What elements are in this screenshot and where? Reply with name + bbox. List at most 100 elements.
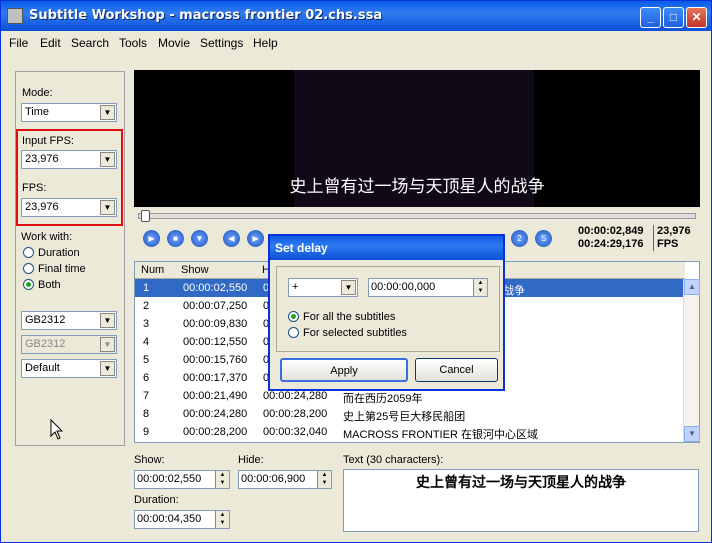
cell-num: 9	[143, 426, 150, 438]
spin-arrows-icon[interactable]: ▲ ▼	[215, 511, 229, 528]
cell-num: 2	[143, 300, 150, 312]
style-select[interactable]: Default ▼	[21, 359, 117, 378]
delay-sign-select[interactable]: + ▼	[288, 278, 358, 297]
scroll-down-icon[interactable]: ▼	[684, 426, 700, 442]
cell-show: 00:00:02,550	[183, 282, 248, 294]
menu-bar: File Edit Search Tools Movie Settings He…	[1, 33, 711, 53]
grid-scrollbar[interactable]: ▲ ▼	[683, 279, 700, 442]
video-preview[interactable]: 史上曾有过一场与天顶星人的战争	[134, 70, 700, 207]
radio-duration[interactable]: Duration	[23, 247, 80, 259]
maximize-button[interactable]: □	[663, 7, 684, 28]
spin-arrows-icon[interactable]: ▲ ▼	[317, 471, 331, 488]
radio-icon	[23, 247, 34, 258]
cell-show: 00:00:21,490	[183, 390, 248, 402]
radio-all-subtitles-label: For all the subtitles	[303, 311, 396, 323]
scroll-up-icon[interactable]: ▲	[684, 279, 700, 295]
set-end-icon[interactable]: S	[535, 230, 552, 247]
apply-button[interactable]: Apply	[280, 358, 408, 382]
radio-final-time-label: Final time	[38, 263, 86, 275]
duration-value: 00:00:04,350	[137, 513, 202, 525]
charset-select-disabled: GB2312 ▼	[21, 335, 117, 354]
cell-show: 00:00:15,760	[183, 354, 248, 366]
menu-movie[interactable]: Movie	[158, 36, 190, 50]
cell-num: 7	[143, 390, 150, 402]
seek-thumb[interactable]	[141, 210, 150, 222]
current-time: 00:00:02,849	[578, 225, 644, 237]
mode-select[interactable]: Time ▼	[21, 103, 117, 122]
highlight-box	[16, 129, 123, 226]
menu-help[interactable]: Help	[253, 36, 278, 50]
app-icon[interactable]	[7, 8, 23, 24]
subtitle-text-area[interactable]: 史上曾有过一场与天顶星人的战争	[343, 469, 699, 532]
menu-edit[interactable]: Edit	[40, 36, 61, 50]
cell-num: 1	[143, 282, 150, 294]
cell-text: MACROSS FRONTIER 在银河中心区域	[343, 429, 538, 441]
col-show[interactable]: Show	[181, 264, 209, 276]
cell-show: 00:00:09,830	[183, 318, 248, 330]
cancel-button[interactable]: Cancel	[415, 358, 498, 382]
menu-settings[interactable]: Settings	[200, 36, 243, 50]
play-icon[interactable]: ▶	[143, 230, 160, 247]
menu-tools[interactable]: Tools	[119, 36, 147, 50]
radio-both-label: Both	[38, 279, 61, 291]
charset-disabled-value: GB2312	[25, 338, 66, 350]
cell-num: 8	[143, 408, 150, 420]
chevron-down-icon[interactable]: ▼	[100, 105, 115, 120]
spin-arrows-icon[interactable]: ▲ ▼	[473, 279, 487, 296]
duration-field[interactable]: 00:00:04,350 ▲ ▼	[134, 510, 230, 529]
cell-hide: 00:00:24,280	[263, 390, 328, 402]
show-time-value: 00:00:02,550	[137, 473, 202, 485]
cell-text: 战争	[503, 285, 525, 297]
radio-all-subtitles[interactable]: For all the subtitles	[288, 311, 395, 323]
minimize-button[interactable]: _	[640, 7, 661, 28]
radio-checked-icon	[288, 311, 299, 322]
cell-num: 3	[143, 318, 150, 330]
chevron-down-icon[interactable]: ▼	[100, 313, 115, 328]
cell-show: 00:00:24,280	[183, 408, 248, 420]
menu-file[interactable]: File	[9, 36, 28, 50]
show-time-field[interactable]: 00:00:02,550 ▲ ▼	[134, 470, 230, 489]
hide-time-value: 00:00:06,900	[241, 473, 306, 485]
window-title: Subtitle Workshop - macross frontier 02.…	[29, 8, 383, 23]
chevron-down-icon[interactable]: ▼	[341, 280, 356, 295]
close-button[interactable]: ✕	[686, 7, 707, 28]
delay-sign-value: +	[292, 281, 299, 293]
mode-value: Time	[25, 106, 50, 118]
radio-icon	[288, 327, 299, 338]
table-row[interactable]: 9 00:00:28,200 00:00:32,040 MACROSS FRON…	[135, 423, 683, 441]
subtitle-text-value: 史上曾有过一场与天顶星人的战争	[416, 475, 626, 491]
forward-icon[interactable]: ▶	[247, 230, 264, 247]
col-num[interactable]: Num	[141, 264, 164, 276]
spin-arrows-icon[interactable]: ▲ ▼	[215, 471, 229, 488]
video-subtitle: 史上曾有过一场与天顶星人的战争	[289, 177, 545, 197]
hide-label: Hide:	[238, 454, 264, 466]
radio-icon	[23, 263, 34, 274]
show-label: Show:	[134, 454, 165, 466]
delay-time-value: 00:00:00,000	[371, 281, 436, 293]
stop-icon[interactable]: ▼	[191, 230, 208, 247]
cell-show: 00:00:28,200	[183, 426, 248, 438]
menu-search[interactable]: Search	[71, 36, 109, 50]
duration-label: Duration:	[134, 494, 179, 506]
radio-final-time[interactable]: Final time	[23, 263, 86, 275]
fps-readout: 23,976 FPS	[653, 225, 691, 251]
text-label: Text (30 characters):	[343, 454, 444, 466]
charset-value: GB2312	[25, 314, 66, 326]
set-start-icon[interactable]: 2	[511, 230, 528, 247]
rewind-icon[interactable]: ◀	[223, 230, 240, 247]
pause-icon[interactable]: ■	[167, 230, 184, 247]
chevron-down-icon[interactable]: ▼	[100, 361, 115, 376]
time-readout: 00:00:02,849 00:24:29,176	[578, 225, 643, 251]
mouse-cursor-icon	[50, 419, 64, 440]
radio-selected-subtitles[interactable]: For selected subtitles	[288, 327, 407, 339]
delay-time-field[interactable]: 00:00:00,000 ▲ ▼	[368, 278, 488, 297]
cell-num: 6	[143, 372, 150, 384]
seek-bar[interactable]	[138, 210, 696, 222]
hide-time-field[interactable]: 00:00:06,900 ▲ ▼	[238, 470, 332, 489]
dialog-title[interactable]: Set delay	[270, 236, 503, 260]
radio-both[interactable]: Both	[23, 279, 61, 291]
charset-select[interactable]: GB2312 ▼	[21, 311, 117, 330]
title-bar[interactable]: Subtitle Workshop - macross frontier 02.…	[1, 1, 711, 31]
cell-show: 00:00:12,550	[183, 336, 248, 348]
table-row[interactable]: 8 00:00:24,280 00:00:28,200 史上第25号巨大移民船团	[135, 405, 683, 423]
